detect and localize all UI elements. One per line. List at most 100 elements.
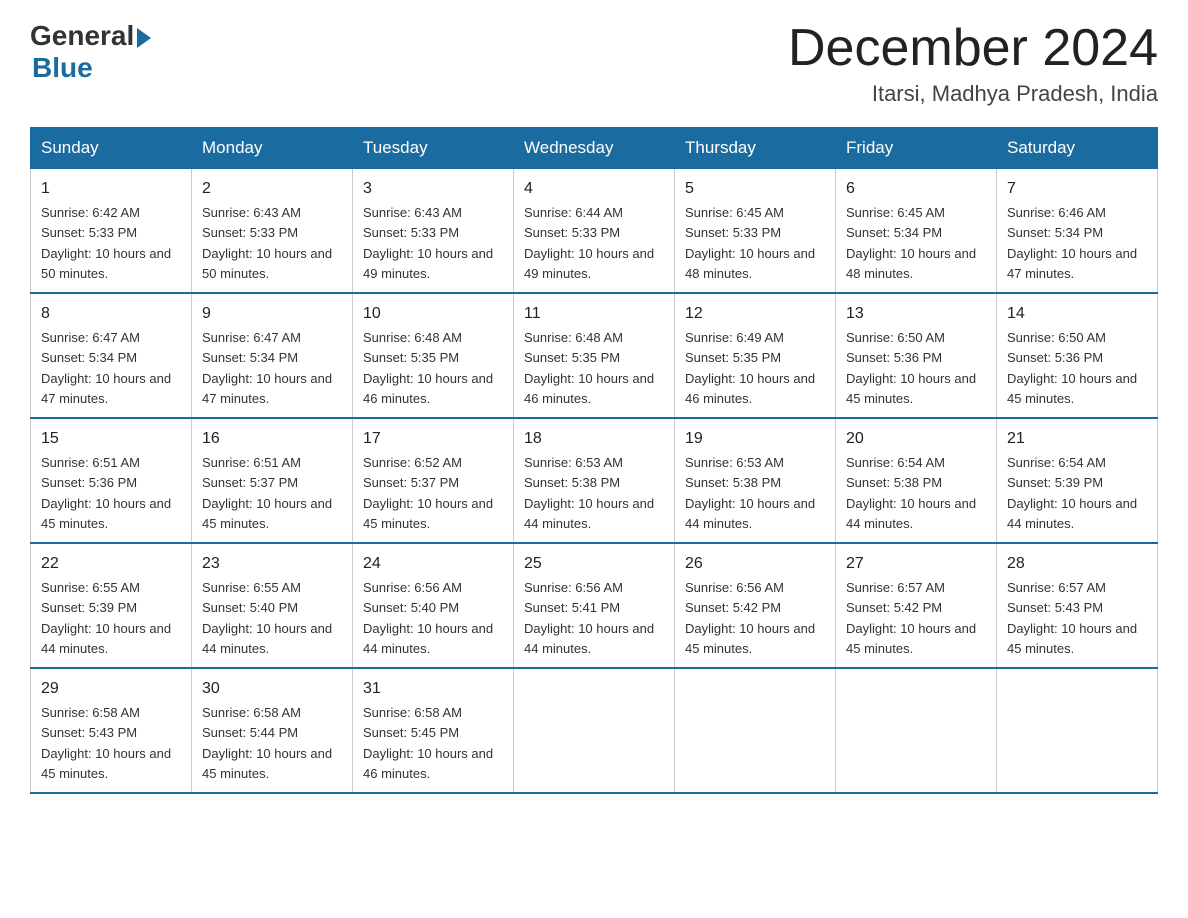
- calendar-cell: 27 Sunrise: 6:57 AMSunset: 5:42 PMDayligh…: [836, 543, 997, 668]
- day-info: Sunrise: 6:47 AMSunset: 5:34 PMDaylight:…: [41, 330, 171, 406]
- day-number: 25: [524, 552, 664, 576]
- day-info: Sunrise: 6:51 AMSunset: 5:36 PMDaylight:…: [41, 455, 171, 531]
- day-number: 6: [846, 177, 986, 201]
- calendar-cell: 2 Sunrise: 6:43 AMSunset: 5:33 PMDaylight…: [192, 169, 353, 294]
- calendar-cell: [675, 668, 836, 793]
- day-header-saturday: Saturday: [997, 128, 1158, 169]
- day-number: 12: [685, 302, 825, 326]
- calendar-cell: 25 Sunrise: 6:56 AMSunset: 5:41 PMDayligh…: [514, 543, 675, 668]
- day-info: Sunrise: 6:44 AMSunset: 5:33 PMDaylight:…: [524, 205, 654, 281]
- day-info: Sunrise: 6:51 AMSunset: 5:37 PMDaylight:…: [202, 455, 332, 531]
- day-number: 27: [846, 552, 986, 576]
- logo: General Blue: [30, 20, 151, 84]
- day-number: 2: [202, 177, 342, 201]
- day-info: Sunrise: 6:46 AMSunset: 5:34 PMDaylight:…: [1007, 205, 1137, 281]
- day-number: 29: [41, 677, 181, 701]
- calendar-week-row: 1 Sunrise: 6:42 AMSunset: 5:33 PMDaylight…: [31, 169, 1158, 294]
- day-info: Sunrise: 6:43 AMSunset: 5:33 PMDaylight:…: [363, 205, 493, 281]
- calendar-cell: 14Sunrise: 6:50 AMSunset: 5:36 PMDayligh…: [997, 293, 1158, 418]
- calendar-cell: 29Sunrise: 6:58 AMSunset: 5:43 PMDayligh…: [31, 668, 192, 793]
- calendar-cell: 19 Sunrise: 6:53 AMSunset: 5:38 PMDayligh…: [675, 418, 836, 543]
- calendar-cell: 21Sunrise: 6:54 AMSunset: 5:39 PMDayligh…: [997, 418, 1158, 543]
- day-number: 23: [202, 552, 342, 576]
- calendar-cell: 13 Sunrise: 6:50 AMSunset: 5:36 PMDayligh…: [836, 293, 997, 418]
- day-number: 21: [1007, 427, 1147, 451]
- day-number: 19: [685, 427, 825, 451]
- logo-general-text: General: [30, 20, 134, 52]
- day-number: 28: [1007, 552, 1147, 576]
- day-info: Sunrise: 6:56 AMSunset: 5:42 PMDaylight:…: [685, 580, 815, 656]
- day-info: Sunrise: 6:43 AMSunset: 5:33 PMDaylight:…: [202, 205, 332, 281]
- day-info: Sunrise: 6:53 AMSunset: 5:38 PMDaylight:…: [685, 455, 815, 531]
- location-text: Itarsi, Madhya Pradesh, India: [788, 81, 1158, 107]
- day-info: Sunrise: 6:50 AMSunset: 5:36 PMDaylight:…: [846, 330, 976, 406]
- day-number: 18: [524, 427, 664, 451]
- calendar-cell: 20Sunrise: 6:54 AMSunset: 5:38 PMDayligh…: [836, 418, 997, 543]
- day-info: Sunrise: 6:45 AMSunset: 5:34 PMDaylight:…: [846, 205, 976, 281]
- day-number: 3: [363, 177, 503, 201]
- calendar-cell: 1 Sunrise: 6:42 AMSunset: 5:33 PMDaylight…: [31, 169, 192, 294]
- day-info: Sunrise: 6:58 AMSunset: 5:45 PMDaylight:…: [363, 705, 493, 781]
- calendar-cell: 18Sunrise: 6:53 AMSunset: 5:38 PMDayligh…: [514, 418, 675, 543]
- calendar-cell: 11Sunrise: 6:48 AMSunset: 5:35 PMDayligh…: [514, 293, 675, 418]
- day-number: 7: [1007, 177, 1147, 201]
- day-info: Sunrise: 6:57 AMSunset: 5:43 PMDaylight:…: [1007, 580, 1137, 656]
- month-year-title: December 2024: [788, 20, 1158, 77]
- calendar-cell: 26 Sunrise: 6:56 AMSunset: 5:42 PMDayligh…: [675, 543, 836, 668]
- day-number: 13: [846, 302, 986, 326]
- day-header-monday: Monday: [192, 128, 353, 169]
- day-header-thursday: Thursday: [675, 128, 836, 169]
- calendar-cell: [997, 668, 1158, 793]
- calendar-cell: 24 Sunrise: 6:56 AMSunset: 5:40 PMDayligh…: [353, 543, 514, 668]
- day-header-tuesday: Tuesday: [353, 128, 514, 169]
- calendar-week-row: 8 Sunrise: 6:47 AMSunset: 5:34 PMDaylight…: [31, 293, 1158, 418]
- day-number: 8: [41, 302, 181, 326]
- calendar-table: SundayMondayTuesdayWednesdayThursdayFrid…: [30, 127, 1158, 794]
- day-info: Sunrise: 6:56 AMSunset: 5:40 PMDaylight:…: [363, 580, 493, 656]
- day-info: Sunrise: 6:54 AMSunset: 5:38 PMDaylight:…: [846, 455, 976, 531]
- calendar-cell: 3 Sunrise: 6:43 AMSunset: 5:33 PMDaylight…: [353, 169, 514, 294]
- calendar-cell: 28 Sunrise: 6:57 AMSunset: 5:43 PMDayligh…: [997, 543, 1158, 668]
- calendar-cell: 4 Sunrise: 6:44 AMSunset: 5:33 PMDaylight…: [514, 169, 675, 294]
- calendar-cell: 10Sunrise: 6:48 AMSunset: 5:35 PMDayligh…: [353, 293, 514, 418]
- day-info: Sunrise: 6:56 AMSunset: 5:41 PMDaylight:…: [524, 580, 654, 656]
- day-header-friday: Friday: [836, 128, 997, 169]
- calendar-cell: 7 Sunrise: 6:46 AMSunset: 5:34 PMDaylight…: [997, 169, 1158, 294]
- calendar-cell: 9Sunrise: 6:47 AMSunset: 5:34 PMDaylight…: [192, 293, 353, 418]
- day-header-sunday: Sunday: [31, 128, 192, 169]
- day-info: Sunrise: 6:55 AMSunset: 5:39 PMDaylight:…: [41, 580, 171, 656]
- calendar-cell: 23 Sunrise: 6:55 AMSunset: 5:40 PMDayligh…: [192, 543, 353, 668]
- day-info: Sunrise: 6:52 AMSunset: 5:37 PMDaylight:…: [363, 455, 493, 531]
- calendar-week-row: 29Sunrise: 6:58 AMSunset: 5:43 PMDayligh…: [31, 668, 1158, 793]
- day-info: Sunrise: 6:42 AMSunset: 5:33 PMDaylight:…: [41, 205, 171, 281]
- day-number: 14: [1007, 302, 1147, 326]
- calendar-cell: 5 Sunrise: 6:45 AMSunset: 5:33 PMDaylight…: [675, 169, 836, 294]
- calendar-cell: 16 Sunrise: 6:51 AMSunset: 5:37 PMDayligh…: [192, 418, 353, 543]
- day-number: 30: [202, 677, 342, 701]
- day-header-wednesday: Wednesday: [514, 128, 675, 169]
- day-number: 10: [363, 302, 503, 326]
- calendar-cell: 12Sunrise: 6:49 AMSunset: 5:35 PMDayligh…: [675, 293, 836, 418]
- calendar-cell: [514, 668, 675, 793]
- page-header: General Blue December 2024 Itarsi, Madhy…: [30, 20, 1158, 107]
- calendar-week-row: 15 Sunrise: 6:51 AMSunset: 5:36 PMDayligh…: [31, 418, 1158, 543]
- day-info: Sunrise: 6:57 AMSunset: 5:42 PMDaylight:…: [846, 580, 976, 656]
- day-number: 11: [524, 302, 664, 326]
- day-number: 16: [202, 427, 342, 451]
- calendar-header-row: SundayMondayTuesdayWednesdayThursdayFrid…: [31, 128, 1158, 169]
- day-number: 1: [41, 177, 181, 201]
- day-number: 22: [41, 552, 181, 576]
- day-number: 24: [363, 552, 503, 576]
- day-info: Sunrise: 6:55 AMSunset: 5:40 PMDaylight:…: [202, 580, 332, 656]
- day-number: 5: [685, 177, 825, 201]
- calendar-cell: 8 Sunrise: 6:47 AMSunset: 5:34 PMDaylight…: [31, 293, 192, 418]
- day-number: 26: [685, 552, 825, 576]
- day-number: 15: [41, 427, 181, 451]
- day-info: Sunrise: 6:47 AMSunset: 5:34 PMDaylight:…: [202, 330, 332, 406]
- day-info: Sunrise: 6:58 AMSunset: 5:44 PMDaylight:…: [202, 705, 332, 781]
- logo-blue-text: Blue: [32, 52, 93, 84]
- calendar-cell: 22 Sunrise: 6:55 AMSunset: 5:39 PMDayligh…: [31, 543, 192, 668]
- day-number: 4: [524, 177, 664, 201]
- day-info: Sunrise: 6:45 AMSunset: 5:33 PMDaylight:…: [685, 205, 815, 281]
- calendar-cell: 17Sunrise: 6:52 AMSunset: 5:37 PMDayligh…: [353, 418, 514, 543]
